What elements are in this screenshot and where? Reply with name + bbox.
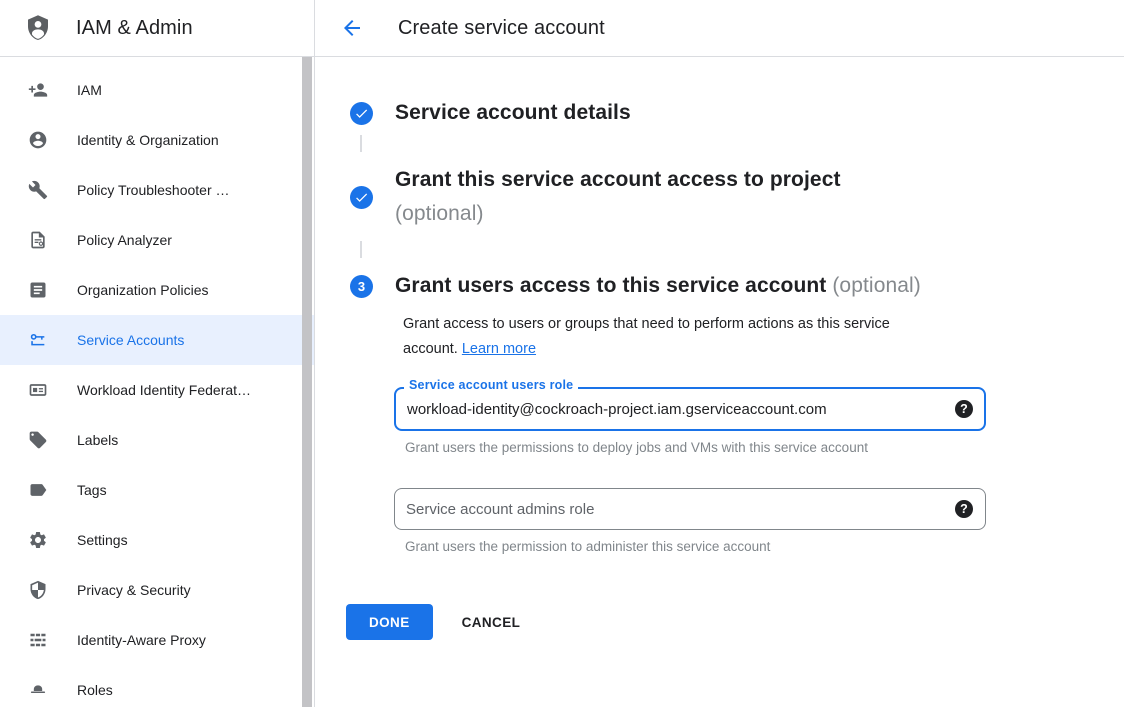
sidebar-item-policy-analyzer[interactable]: Policy Analyzer bbox=[0, 215, 314, 265]
admins-role-field-group: ? bbox=[394, 488, 986, 530]
sidebar-header: IAM & Admin bbox=[0, 0, 314, 57]
shield-half-icon bbox=[28, 580, 48, 600]
step-number-badge: 3 bbox=[350, 275, 373, 298]
wrench-icon bbox=[28, 180, 48, 200]
step-2-optional-label: (optional) bbox=[395, 197, 841, 231]
step-done-check-icon bbox=[350, 102, 373, 125]
sidebar-item-label: Identity-Aware Proxy bbox=[77, 632, 206, 648]
sidebar-item-label: Workload Identity Federat… bbox=[77, 382, 251, 398]
sidebar-item-iam[interactable]: IAM bbox=[0, 65, 314, 115]
step-connector bbox=[360, 241, 362, 258]
step-2-title: Grant this service account access to pro… bbox=[395, 163, 841, 197]
users-role-helper-text: Grant users the permissions to deploy jo… bbox=[405, 440, 1124, 455]
article-icon bbox=[28, 280, 48, 300]
page-title: Create service account bbox=[398, 17, 605, 40]
admins-role-helper-text: Grant users the permission to administer… bbox=[405, 539, 1124, 554]
help-icon[interactable]: ? bbox=[955, 500, 973, 518]
step-done-check-icon bbox=[350, 186, 373, 209]
step-3-description: Grant access to users or groups that nee… bbox=[403, 312, 948, 362]
sidebar-item-label: Labels bbox=[77, 432, 118, 448]
wizard-step-1[interactable]: Service account details bbox=[350, 96, 1124, 130]
users-role-field-group: Service account users role ? bbox=[394, 387, 986, 431]
gear-icon bbox=[28, 530, 48, 550]
sidebar-item-service-accounts[interactable]: Service Accounts bbox=[0, 315, 314, 365]
sidebar: IAM & Admin IAM Identity & Organization … bbox=[0, 0, 315, 707]
topbar: Create service account bbox=[315, 0, 1124, 57]
admins-role-input[interactable] bbox=[394, 488, 986, 530]
service-account-key-icon bbox=[28, 330, 48, 350]
product-title: IAM & Admin bbox=[76, 17, 193, 40]
sidebar-item-label: Policy Troubleshooter … bbox=[77, 182, 230, 198]
proxy-icon bbox=[28, 630, 48, 650]
document-search-icon bbox=[28, 230, 48, 250]
sidebar-item-settings[interactable]: Settings bbox=[0, 515, 314, 565]
sidebar-scrollbar[interactable] bbox=[302, 57, 312, 707]
id-card-icon bbox=[28, 380, 48, 400]
hat-icon bbox=[28, 680, 48, 700]
step-1-title: Service account details bbox=[395, 96, 631, 130]
wizard-content: Service account details Grant this servi… bbox=[315, 57, 1124, 640]
app-window: IAM & Admin IAM Identity & Organization … bbox=[0, 0, 1124, 707]
sidebar-item-label: IAM bbox=[77, 82, 102, 98]
users-role-floating-label: Service account users role bbox=[404, 378, 578, 392]
sidebar-item-workload-identity-federation[interactable]: Workload Identity Federat… bbox=[0, 365, 314, 415]
tag-icon bbox=[28, 430, 48, 450]
sidebar-item-label: Privacy & Security bbox=[77, 582, 191, 598]
sidebar-item-identity-organization[interactable]: Identity & Organization bbox=[0, 115, 314, 165]
sidebar-item-label: Identity & Organization bbox=[77, 132, 219, 148]
sidebar-item-organization-policies[interactable]: Organization Policies bbox=[0, 265, 314, 315]
learn-more-link[interactable]: Learn more bbox=[462, 341, 536, 357]
account-circle-icon bbox=[28, 130, 48, 150]
sidebar-item-policy-troubleshooter[interactable]: Policy Troubleshooter … bbox=[0, 165, 314, 215]
main-panel: Create service account Service account d… bbox=[315, 0, 1124, 707]
sidebar-item-roles[interactable]: Roles bbox=[0, 665, 314, 707]
wizard-step-2[interactable]: Grant this service account access to pro… bbox=[350, 163, 1124, 231]
sidebar-nav: IAM Identity & Organization Policy Troub… bbox=[0, 57, 314, 707]
label-arrow-icon bbox=[28, 480, 48, 500]
sidebar-item-label: Organization Policies bbox=[77, 282, 209, 298]
person-add-icon bbox=[28, 80, 48, 100]
sidebar-item-identity-aware-proxy[interactable]: Identity-Aware Proxy bbox=[0, 615, 314, 665]
back-arrow-icon[interactable] bbox=[340, 16, 364, 40]
users-role-input[interactable] bbox=[394, 387, 986, 431]
action-buttons: DONE CANCEL bbox=[346, 604, 1124, 640]
wizard-step-3[interactable]: 3 Grant users access to this service acc… bbox=[350, 269, 1124, 303]
sidebar-item-label: Roles bbox=[77, 682, 113, 698]
sidebar-item-labels[interactable]: Labels bbox=[0, 415, 314, 465]
sidebar-item-label: Policy Analyzer bbox=[77, 232, 172, 248]
step-connector bbox=[360, 135, 362, 152]
cancel-button[interactable]: CANCEL bbox=[462, 615, 521, 630]
done-button[interactable]: DONE bbox=[346, 604, 433, 640]
step-3-optional-label: (optional) bbox=[832, 274, 921, 297]
sidebar-item-label: Service Accounts bbox=[77, 332, 184, 348]
iam-admin-shield-icon bbox=[23, 12, 53, 44]
step-3-title: Grant users access to this service accou… bbox=[395, 274, 826, 297]
sidebar-item-privacy-security[interactable]: Privacy & Security bbox=[0, 565, 314, 615]
sidebar-item-label: Tags bbox=[77, 482, 107, 498]
sidebar-item-label: Settings bbox=[77, 532, 128, 548]
sidebar-item-tags[interactable]: Tags bbox=[0, 465, 314, 515]
help-icon[interactable]: ? bbox=[955, 400, 973, 418]
